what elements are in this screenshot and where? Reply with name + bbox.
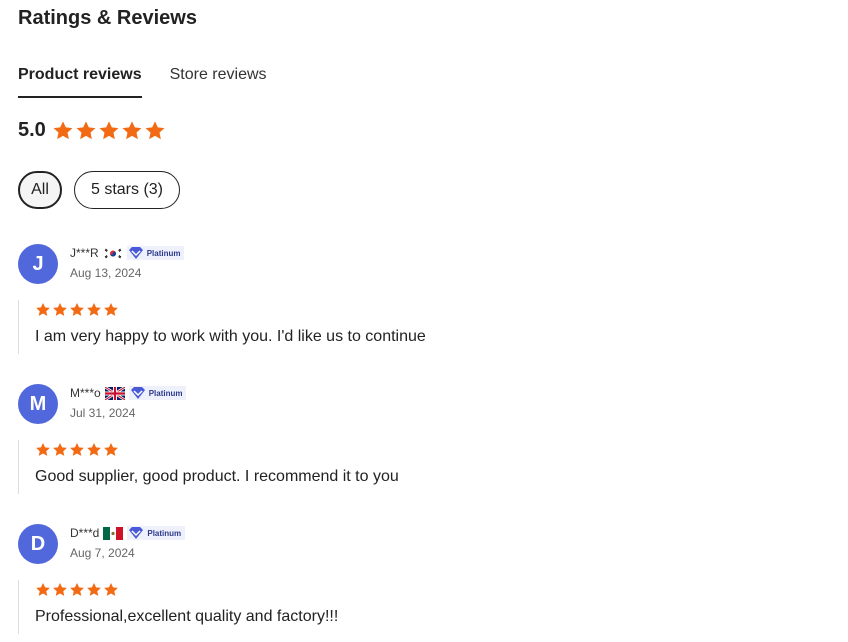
rating-filters: All 5 stars (3) [18, 171, 180, 209]
star-icon [87, 303, 101, 316]
star-icon [104, 583, 118, 596]
diamond-icon [130, 387, 145, 399]
review-date: Aug 13, 2024 [70, 266, 142, 280]
united-kingdom-flag-icon [104, 386, 125, 400]
review-date: Aug 7, 2024 [70, 546, 135, 560]
diamond-icon [129, 527, 144, 539]
badge-label: Platinum [146, 248, 181, 258]
diamond-icon [128, 247, 143, 259]
mexico-flag-icon [103, 526, 124, 540]
star-icon [70, 303, 84, 316]
review-stars [35, 582, 338, 598]
star-icon [104, 303, 118, 316]
review-text: Professional,excellent quality and facto… [35, 608, 339, 625]
review-text: I am very happy to work with you. I'd li… [35, 328, 426, 345]
badge-label: Platinum [147, 528, 182, 538]
platinum-badge: Platinum [126, 246, 185, 260]
review-stars [35, 442, 399, 458]
filter-all-button[interactable]: All [18, 171, 62, 209]
platinum-badge: Platinum [128, 386, 187, 400]
avatar: J [18, 244, 58, 284]
rating-value: 5.0 [18, 119, 46, 141]
rating-stars [52, 120, 166, 142]
avatar: M [18, 384, 58, 424]
reviewer-name: M***o [70, 386, 101, 400]
tab-store-reviews[interactable]: Store reviews [170, 66, 267, 98]
star-icon [70, 583, 84, 596]
star-icon [53, 303, 67, 316]
south-korea-flag-icon [102, 246, 123, 260]
filter-5-stars-button[interactable]: 5 stars (3) [74, 171, 180, 209]
star-icon [76, 120, 96, 139]
star-icon [53, 443, 67, 456]
overall-rating: 5.0 [18, 119, 166, 142]
star-icon [122, 120, 142, 139]
review-tabs: Product reviews Store reviews [18, 66, 295, 98]
star-icon [36, 303, 50, 316]
star-icon [36, 443, 50, 456]
page-title: Ratings & Reviews [18, 7, 197, 29]
review-date: Jul 31, 2024 [70, 406, 136, 420]
star-icon [87, 443, 101, 456]
star-icon [70, 443, 84, 456]
tab-product-reviews[interactable]: Product reviews [18, 66, 142, 98]
review-stars [35, 302, 426, 318]
star-icon [145, 120, 165, 139]
star-icon [53, 583, 67, 596]
reviewer-name: J***R [70, 246, 99, 260]
badge-label: Platinum [148, 388, 183, 398]
star-icon [87, 583, 101, 596]
platinum-badge: Platinum [127, 526, 186, 540]
review-text: Good supplier, good product. I recommend… [35, 468, 399, 485]
star-icon [53, 120, 73, 139]
star-icon [99, 120, 119, 139]
star-icon [104, 443, 118, 456]
star-icon [36, 583, 50, 596]
reviewer-name: D***d [70, 526, 100, 540]
avatar: D [18, 524, 58, 564]
